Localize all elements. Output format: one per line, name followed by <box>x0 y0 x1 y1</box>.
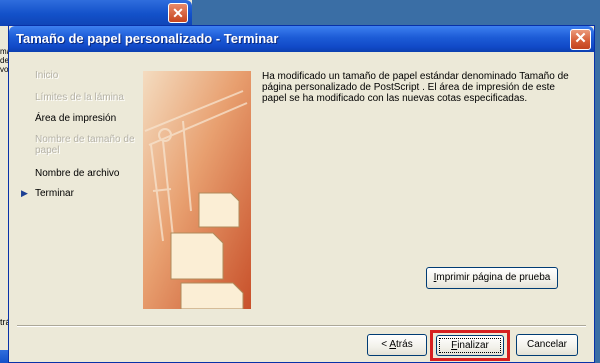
finish-highlight-box <box>430 330 510 361</box>
back-label: trás <box>396 339 413 350</box>
step-nombre-tamano-papel: Nombre de tamaño de papel <box>35 134 135 156</box>
step-limites-lamina: Límites de la lámina <box>35 92 124 103</box>
step-inicio: Inicio <box>35 70 59 81</box>
plotter-illustration <box>143 71 251 309</box>
custom-paper-size-dialog: Tamaño de papel personalizado - Terminar… <box>8 25 595 363</box>
dialog-titlebar[interactable]: Tamaño de papel personalizado - Terminar… <box>9 26 594 52</box>
back-button[interactable]: < Atrás <box>367 334 427 356</box>
test-page-label: mprimir página de prueba <box>436 272 551 283</box>
background-window-titlebar <box>0 0 192 26</box>
arrow-right-icon: ▶ <box>21 188 28 198</box>
footer-separator <box>17 325 586 327</box>
dialog-title: Tamaño de papel personalizado - Terminar <box>16 31 279 46</box>
plotter-image <box>143 71 251 309</box>
print-test-page-button[interactable]: Imprimir página de prueba <box>426 267 558 289</box>
close-icon[interactable]: ✕ <box>570 29 591 50</box>
summary-message: Ha modificado un tamaño de papel estánda… <box>262 71 569 104</box>
cancel-button[interactable]: Cancelar <box>516 334 578 356</box>
step-nombre-archivo: Nombre de archivo <box>35 168 120 179</box>
step-area-impresion: Área de impresión <box>35 113 117 124</box>
step-terminar: Terminar <box>35 188 74 199</box>
background-window-close-icon[interactable]: ✕ <box>168 3 188 23</box>
